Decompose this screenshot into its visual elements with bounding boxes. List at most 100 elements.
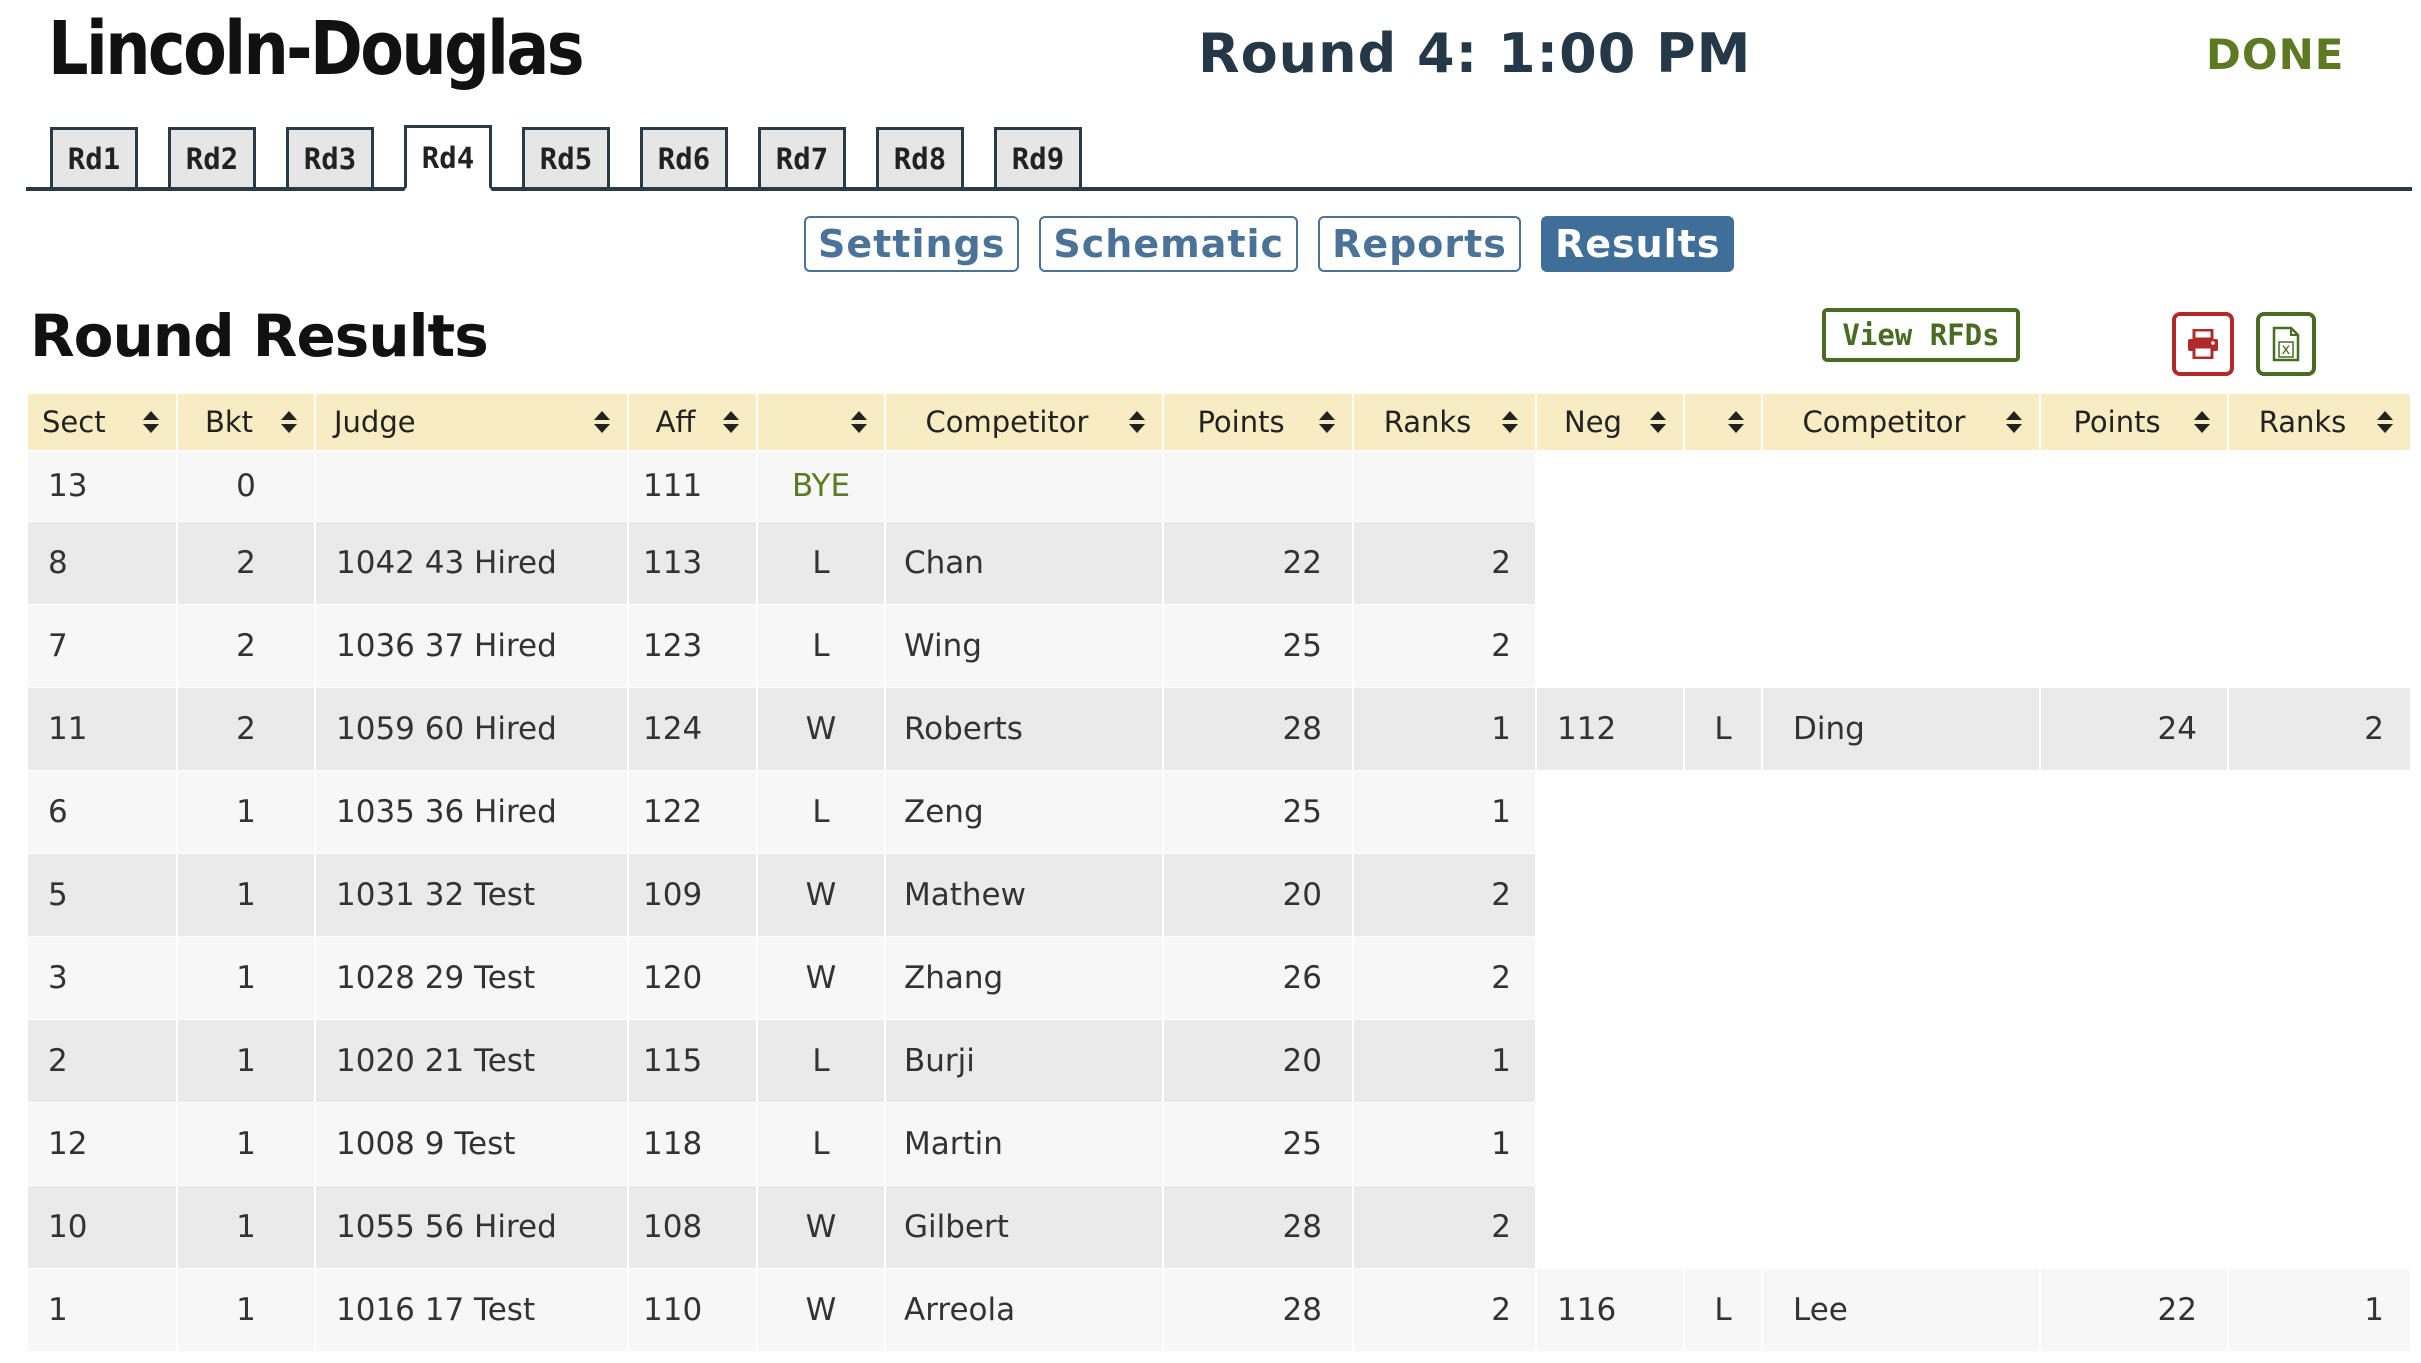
bkt-cell: 1 [178, 853, 316, 936]
neg-result-cell: L [1685, 1268, 1763, 1351]
column-header-neg-result[interactable] [1685, 394, 1763, 450]
sort-icon [2194, 411, 2210, 433]
sort-icon [2006, 411, 2022, 433]
aff-points-cell: 25 [1164, 1102, 1354, 1185]
table-row: 13 0 111 BYE [28, 450, 2412, 521]
settings-button[interactable]: Settings [804, 216, 1020, 272]
aff-code-cell: 115 [629, 1019, 758, 1102]
empty-cell [2229, 1185, 2412, 1268]
empty-cell [1763, 770, 2041, 853]
bkt-cell: 1 [178, 1102, 316, 1185]
bkt-cell: 1 [178, 936, 316, 1019]
table-row: 8 2 1042 43 Hired 113 L Chan 22 2 [28, 521, 2412, 604]
judge-cell: 1028 29 Test [316, 936, 629, 1019]
table-row: 1 1 1016 17 Test 110 W Arreola 28 2 116 L Lee 22 1 [28, 1268, 2412, 1351]
tab-rd4[interactable]: Rd4 [404, 125, 492, 191]
done-link[interactable]: DONE [2206, 30, 2344, 79]
aff-ranks-cell: 1 [1354, 770, 1537, 853]
neg-code-cell: 112 [1537, 687, 1685, 770]
column-header-aff-competitor[interactable]: Competitor [886, 394, 1164, 450]
column-header-bkt[interactable]: Bkt [178, 394, 316, 450]
sort-icon [143, 411, 159, 433]
tab-rd9[interactable]: Rd9 [994, 127, 1082, 187]
tab-rd2[interactable]: Rd2 [168, 127, 256, 187]
column-header-aff-result[interactable] [758, 394, 886, 450]
aff-code-cell: 118 [629, 1102, 758, 1185]
aff-ranks-cell: 2 [1354, 521, 1537, 604]
results-table: Sect Bkt Judge Aff Competitor Points Ranks Neg C… [28, 394, 2412, 1351]
aff-result-cell: W [758, 687, 886, 770]
judge-cell: 1035 36 Hired [316, 770, 629, 853]
reports-button[interactable]: Reports [1318, 216, 1521, 272]
column-header-neg[interactable]: Neg [1537, 394, 1685, 450]
bkt-cell: 0 [178, 450, 316, 521]
empty-cell [2229, 936, 2412, 1019]
tab-rd3[interactable]: Rd3 [286, 127, 374, 187]
column-header-neg-competitor[interactable]: Competitor [1763, 394, 2041, 450]
empty-cell [2041, 853, 2229, 936]
aff-code-cell: 120 [629, 936, 758, 1019]
table-row: 11 2 1059 60 Hired 124 W Roberts 28 1 112 L Ding 24… [28, 687, 2412, 770]
tab-rd7[interactable]: Rd7 [758, 127, 846, 187]
results-button[interactable]: Results [1540, 216, 1735, 272]
neg-code-cell: 116 [1537, 1268, 1685, 1351]
section-title: Round Results [30, 302, 489, 370]
sect-cell: 1 [28, 1268, 178, 1351]
empty-cell [1685, 450, 1763, 521]
tab-rd5[interactable]: Rd5 [522, 127, 610, 187]
empty-cell [1537, 1185, 1685, 1268]
column-header-judge[interactable]: Judge [316, 394, 629, 450]
aff-competitor-cell: Arreola [886, 1268, 1164, 1351]
empty-cell [1685, 1185, 1763, 1268]
view-rfds-button[interactable]: View RFDs [1822, 308, 2020, 362]
aff-points-cell: 28 [1164, 1268, 1354, 1351]
column-header-sect[interactable]: Sect [28, 394, 178, 450]
aff-code-cell: 110 [629, 1268, 758, 1351]
aff-ranks-cell: 2 [1354, 853, 1537, 936]
bkt-cell: 1 [178, 1019, 316, 1102]
empty-cell [2229, 1019, 2412, 1102]
empty-cell [1537, 1102, 1685, 1185]
column-header-label: Ranks [2258, 405, 2347, 439]
sort-icon [1502, 411, 1518, 433]
sect-cell: 12 [28, 1102, 178, 1185]
tab-rd6[interactable]: Rd6 [640, 127, 728, 187]
sort-icon [1129, 411, 1145, 433]
column-header-neg-points[interactable]: Points [2041, 394, 2229, 450]
column-header-neg-ranks[interactable]: Ranks [2229, 394, 2412, 450]
table-row: 7 2 1036 37 Hired 123 L Wing 25 2 [28, 604, 2412, 687]
bkt-cell: 1 [178, 1268, 316, 1351]
aff-code-cell: 111 [629, 450, 758, 521]
print-button[interactable] [2172, 312, 2234, 376]
aff-result-cell: L [758, 1102, 886, 1185]
column-header-aff-points[interactable]: Points [1164, 394, 1354, 450]
empty-cell [1763, 450, 2041, 521]
sort-icon [723, 411, 739, 433]
bkt-cell: 2 [178, 687, 316, 770]
column-header-aff[interactable]: Aff [629, 394, 758, 450]
column-header-label: Judge [334, 405, 416, 439]
sect-cell: 3 [28, 936, 178, 1019]
sort-icon [2377, 411, 2393, 433]
sect-cell: 6 [28, 770, 178, 853]
empty-cell [1537, 770, 1685, 853]
aff-competitor-cell: Zhang [886, 936, 1164, 1019]
empty-cell [2229, 1102, 2412, 1185]
aff-competitor-cell: Burji [886, 1019, 1164, 1102]
tab-rd1[interactable]: Rd1 [50, 127, 138, 187]
empty-cell [1763, 1019, 2041, 1102]
excel-export-button[interactable]: x [2256, 312, 2316, 376]
sub-navigation: Settings Schematic Reports Results [804, 216, 1754, 272]
tab-rd8[interactable]: Rd8 [876, 127, 964, 187]
column-header-aff-ranks[interactable]: Ranks [1354, 394, 1537, 450]
schematic-button[interactable]: Schematic [1039, 216, 1299, 272]
sort-icon [1728, 411, 1744, 433]
tab-divider [26, 187, 2412, 191]
aff-code-cell: 109 [629, 853, 758, 936]
aff-ranks-cell: 1 [1354, 1102, 1537, 1185]
aff-ranks-cell [1354, 450, 1537, 521]
aff-result-cell: W [758, 853, 886, 936]
sort-icon [594, 411, 610, 433]
empty-cell [2229, 853, 2412, 936]
excel-file-icon: x [2272, 326, 2300, 362]
